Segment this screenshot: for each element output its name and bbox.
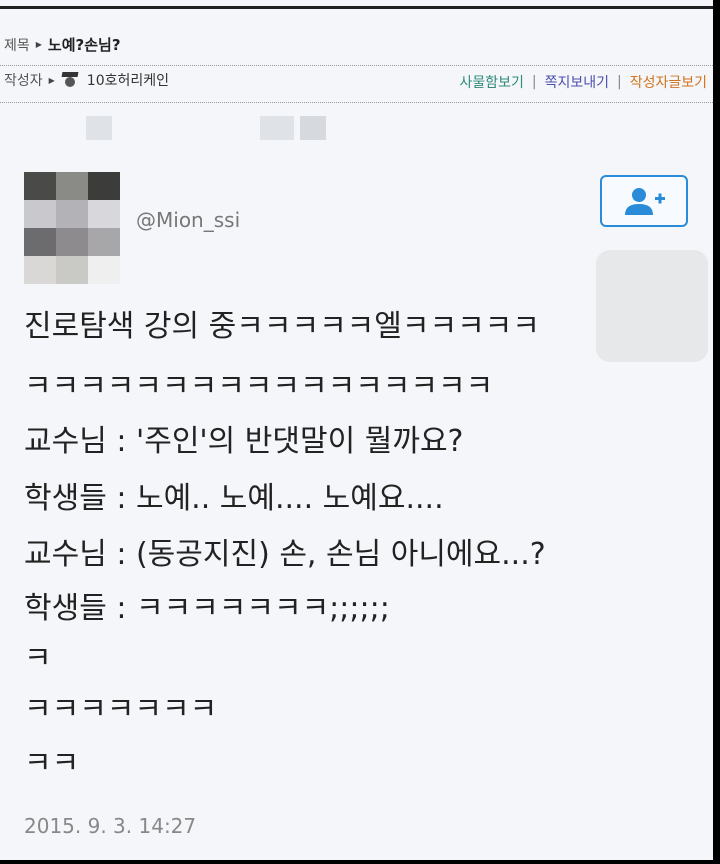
tweet-line: 교수님 : (동공지진) 손, 손님 아니에요...? xyxy=(24,537,546,572)
post-view: 제목 ▶ 노예?손님? 작성자 ▶ 10호허리케인 사물함보기 | 쪽지보내기 … xyxy=(0,0,713,860)
post-author-row: 작성자 ▶ 10호허리케인 xyxy=(4,70,169,90)
tweet-line: ㅋㅋㅋㅋㅋㅋㅋㅋㅋㅋㅋㅋㅋㅋㅋㅋㅋ xyxy=(24,369,494,404)
blurred-region xyxy=(596,250,708,362)
dotted-divider xyxy=(0,102,713,103)
author-name[interactable]: 10호허리케인 xyxy=(87,70,169,90)
blurred-region xyxy=(86,116,112,140)
tweet-timestamp: 2015. 9. 3. 14:27 xyxy=(24,814,197,838)
author-posts-link[interactable]: 작성자글보기 xyxy=(630,72,707,92)
author-links: 사물함보기 | 쪽지보내기 | 작성자글보기 xyxy=(459,72,707,92)
twitter-handle[interactable]: @Mion_ssi xyxy=(136,208,240,232)
tweet-line: 진로탐색 강의 중ㅋㅋㅋㅋㅋ엘ㅋㅋㅋㅋㅋ xyxy=(24,309,540,344)
blurred-region xyxy=(260,116,294,140)
link-separator: | xyxy=(617,74,622,90)
avatar xyxy=(24,172,120,284)
title-label: 제목 xyxy=(4,37,30,54)
tweet-line: ㅋ xyxy=(24,641,52,676)
link-separator: | xyxy=(531,74,537,90)
tweet-line: 교수님 : '주인'의 반댓말이 뭘까요? xyxy=(24,424,464,459)
triangle-bullet-icon: ▶ xyxy=(48,75,55,85)
screenshot-frame: 제목 ▶ 노예?손님? 작성자 ▶ 10호허리케인 사물함보기 | 쪽지보내기 … xyxy=(0,0,720,864)
tweet-line: 학생들 : ㅋㅋㅋㅋㅋㅋㅋ;;;;;; xyxy=(24,591,390,626)
follow-button[interactable] xyxy=(600,175,688,227)
dotted-divider xyxy=(0,65,713,66)
header-divider xyxy=(0,6,713,9)
post-title-row: 제목 ▶ 노예?손님? xyxy=(4,34,121,55)
triangle-bullet-icon: ▶ xyxy=(35,40,42,49)
author-label: 작성자 xyxy=(4,73,43,89)
tweet-line: ㅋㅋ xyxy=(24,746,80,781)
blurred-region xyxy=(300,116,326,140)
graduate-icon xyxy=(61,71,79,89)
mailbox-link[interactable]: 사물함보기 xyxy=(459,72,523,92)
add-user-icon xyxy=(625,188,665,215)
send-note-link[interactable]: 쪽지보내기 xyxy=(545,72,609,92)
tweet-line: ㅋㅋㅋㅋㅋㅋㅋ xyxy=(24,692,218,727)
tweet-line: 학생들 : 노예.. 노예.... 노예요.... xyxy=(24,481,444,516)
post-title: 노예?손님? xyxy=(47,36,121,54)
